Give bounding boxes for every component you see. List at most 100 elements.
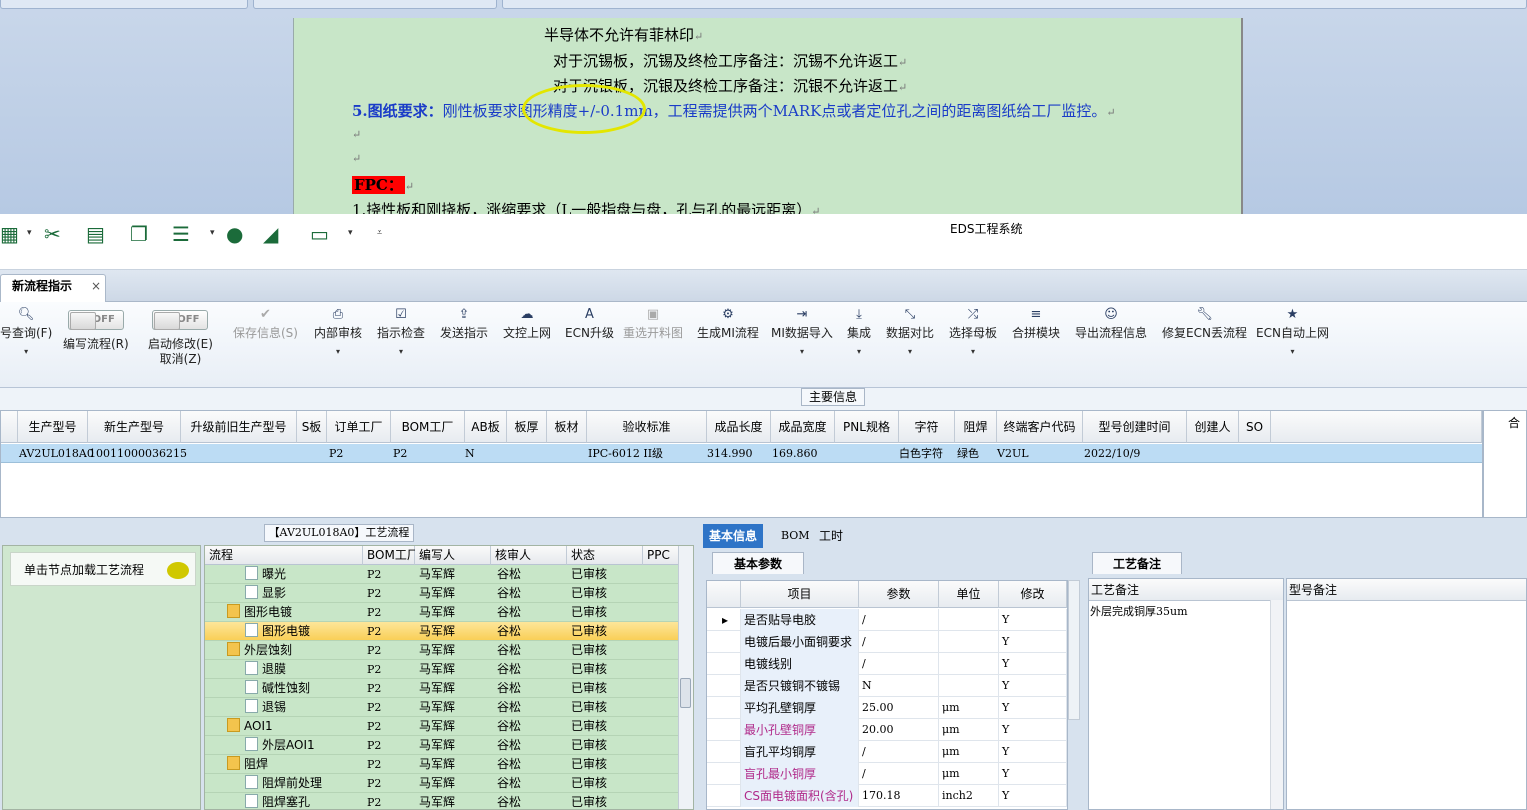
column-header[interactable]: AB板 <box>465 411 507 443</box>
tree-row[interactable]: 曝光 P2 马军辉 谷松 已审核 <box>205 565 679 584</box>
param-row[interactable]: 电镀线别 / Y <box>707 653 1067 675</box>
column-header[interactable]: 流程 <box>205 546 363 565</box>
tab-process-notes[interactable]: 工艺备注 <box>1092 552 1182 574</box>
param-row[interactable]: ▸ 是否贴导电胶 / Y <box>707 609 1067 631</box>
param-cell-value[interactable]: 25.00 <box>859 697 939 719</box>
column-header[interactable]: 创建人 <box>1187 411 1239 443</box>
param-cell-value[interactable]: 170.18 <box>859 785 939 807</box>
merge-module-button[interactable]: ≡ 合拼模块 <box>1012 306 1060 341</box>
column-header[interactable]: 终端客户代码 <box>997 411 1083 443</box>
scrollbar[interactable] <box>1068 580 1080 720</box>
query-button[interactable]: 🔍︎ 号查询(F) ▾ <box>0 306 52 356</box>
column-header[interactable]: SO <box>1239 411 1271 443</box>
column-header[interactable]: 验收标准 <box>587 411 707 443</box>
chevron-down-icon[interactable]: ▾ <box>210 228 215 238</box>
column-header[interactable]: 成品长度 <box>707 411 771 443</box>
tree-row[interactable]: 外层蚀刻 P2 马军辉 谷松 已审核 <box>205 641 679 660</box>
edit-flow-toggle[interactable]: OFF 编写流程(R) <box>63 310 129 352</box>
column-header[interactable]: PNL规格 <box>835 411 899 443</box>
column-header[interactable]: 字符 <box>899 411 955 443</box>
save-button[interactable]: ✔ 保存信息(S) <box>233 306 298 341</box>
param-row[interactable]: CS面电镀面积(含孔) 170.18 inch2 Y <box>707 785 1067 807</box>
chevron-down-icon[interactable]: ▾ <box>27 228 32 238</box>
tab-basic-info[interactable]: 基本信息 <box>703 524 764 548</box>
fix-ecn-button[interactable]: 🔧︎ 修复ECN丢流程 <box>1162 306 1247 341</box>
table-row[interactable]: AV2UL018A0 10011000036215 P2 P2 N IPC-60… <box>1 444 1482 463</box>
tab-bom[interactable]: BOM <box>775 524 816 548</box>
tree-row[interactable]: 图形电镀 P2 马军辉 谷松 已审核 <box>205 622 679 641</box>
copy-icon[interactable]: ❐ <box>130 222 148 246</box>
mi-import-button[interactable]: ⇥ MI数据导入 ▾ <box>771 306 833 356</box>
tree-row[interactable]: 退膜 P2 马军辉 谷松 已审核 <box>205 660 679 679</box>
tree-row[interactable]: 显影 P2 马军辉 谷松 已审核 <box>205 584 679 603</box>
tree-row[interactable]: AOI1 P2 马军辉 谷松 已审核 <box>205 717 679 736</box>
column-header[interactable]: BOM工厂 <box>391 411 465 443</box>
column-header[interactable]: 核审人 <box>491 546 567 565</box>
tree-row[interactable]: 碱性蚀刻 P2 马军辉 谷松 已审核 <box>205 679 679 698</box>
param-cell-value[interactable]: / <box>859 741 939 763</box>
tree-row[interactable]: 图形电镀 P2 马军辉 谷松 已审核 <box>205 603 679 622</box>
integrate-button[interactable]: ⤓ 集成 ▾ <box>847 306 871 356</box>
column-header[interactable]: 升级前旧生产型号 <box>181 411 297 443</box>
tree-row[interactable]: 阻焊塞孔 P2 马军辉 谷松 已审核 <box>205 793 679 809</box>
params-grid[interactable]: 项目 参数 单位 修改 ▸ 是否贴导电胶 / Y 电镀后最小面铜要求 / Y 电镀线别 / Y 是否… <box>706 580 1068 810</box>
main-info-grid[interactable]: 生产型号 新生产型号 升级前旧生产型号 S板 订单工厂 BOM工厂 AB板 板厚… <box>0 410 1483 518</box>
scissors-icon[interactable]: ✂ <box>44 222 61 246</box>
param-cell-value[interactable]: / <box>859 763 939 785</box>
instruction-check-button[interactable]: ☑ 指示检查 ▾ <box>377 306 425 356</box>
cancel-button[interactable]: 取消(Z) <box>148 352 213 366</box>
column-header[interactable]: 阻焊 <box>955 411 997 443</box>
model-notes-box[interactable]: 型号备注 <box>1286 578 1527 810</box>
monitor-icon[interactable]: ▭ <box>310 222 329 246</box>
film-icon[interactable]: ▤ <box>86 222 105 246</box>
table-icon[interactable]: ▦ <box>0 222 19 246</box>
column-header[interactable]: S板 <box>297 411 327 443</box>
basic-params-tab[interactable]: 基本参数 <box>712 552 804 574</box>
column-header[interactable]: 参数 <box>859 581 939 608</box>
toggle-switch[interactable]: OFF <box>152 310 209 330</box>
column-header[interactable]: 型号创建时间 <box>1083 411 1187 443</box>
param-row[interactable]: 盲孔平均铜厚 / μm Y <box>707 741 1067 763</box>
close-icon[interactable]: × <box>91 276 101 296</box>
customize-toolbar-icon[interactable]: ⩡ <box>377 228 382 238</box>
column-header[interactable]: 单位 <box>939 581 999 608</box>
param-row[interactable]: 电镀后最小面铜要求 / Y <box>707 631 1067 653</box>
toggle-switch[interactable]: OFF <box>67 310 124 330</box>
tree-row[interactable]: 阻焊前处理 P2 马军辉 谷松 已审核 <box>205 774 679 793</box>
column-header[interactable]: 生产型号 <box>18 411 88 443</box>
ecn-upgrade-button[interactable]: A ECN升级 <box>565 306 614 341</box>
user-icon[interactable]: ● <box>226 222 243 246</box>
param-cell-value[interactable]: / <box>859 631 939 653</box>
reselect-image-button[interactable]: ▣ 重选开料图 <box>623 306 683 341</box>
param-row[interactable]: 是否只镀铜不镀锡 N Y <box>707 675 1067 697</box>
column-header[interactable]: 新生产型号 <box>88 411 181 443</box>
ecn-auto-button[interactable]: ★ ECN自动上网 ▾ <box>1256 306 1329 356</box>
doc-upload-button[interactable]: ☁ 文控上网 <box>503 306 551 341</box>
tree-row[interactable]: 外层AOI1 P2 马军辉 谷松 已审核 <box>205 736 679 755</box>
choose-board-button[interactable]: ⤮ 选择母板 ▾ <box>949 306 997 356</box>
column-header[interactable]: 项目 <box>741 581 859 608</box>
param-cell-value[interactable]: / <box>859 653 939 675</box>
param-row[interactable]: 平均孔壁铜厚 25.00 μm Y <box>707 697 1067 719</box>
internal-review-button[interactable]: ⎙ 内部审核 ▾ <box>314 306 362 356</box>
side-grid[interactable] <box>1483 410 1527 518</box>
column-header[interactable]: PPC <box>643 546 679 565</box>
export-flow-button[interactable]: ☺ 导出流程信息 <box>1075 306 1147 341</box>
column-header[interactable]: 板厚 <box>507 411 547 443</box>
param-cell-value[interactable]: / <box>859 609 939 631</box>
column-header[interactable]: 状态 <box>567 546 643 565</box>
list-icon[interactable]: ☰ <box>172 222 190 246</box>
param-cell-value[interactable]: N <box>859 675 939 697</box>
scrollbar[interactable] <box>1270 600 1283 809</box>
column-header[interactable]: 修改 <box>999 581 1067 608</box>
column-header[interactable]: 编写人 <box>415 546 491 565</box>
document-page[interactable]: 半导体不允许有菲林印↵ 对于沉锡板，沉锡及终检工序备注：沉锡不允许返工↵ 对于沉… <box>293 18 1243 214</box>
column-header[interactable]: 订单工厂 <box>327 411 391 443</box>
column-header[interactable]: 板材 <box>547 411 587 443</box>
tree-row[interactable]: 退锡 P2 马军辉 谷松 已审核 <box>205 698 679 717</box>
compare-button[interactable]: ⤡ 数据对比 ▾ <box>886 306 934 356</box>
column-header[interactable]: BOM工厂 <box>363 546 419 565</box>
param-row[interactable]: 盲孔最小铜厚 / μm Y <box>707 763 1067 785</box>
param-row[interactable]: 最小孔壁铜厚 20.00 μm Y <box>707 719 1067 741</box>
start-modify-toggle[interactable]: OFF 启动修改(E) 取消(Z) <box>148 310 213 366</box>
